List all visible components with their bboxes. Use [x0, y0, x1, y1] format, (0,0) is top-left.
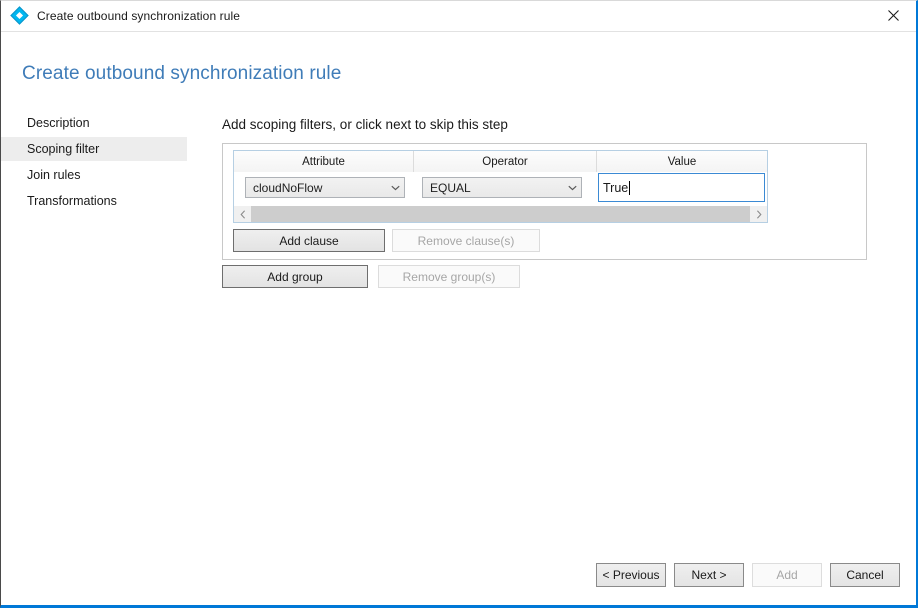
remove-clause-button: Remove clause(s)	[392, 229, 540, 252]
sync-rule-diamond-icon	[10, 6, 29, 25]
window-title: Create outbound synchronization rule	[37, 9, 241, 23]
create-outbound-synchronization-rule-window: Create outbound synchronization rule Cre…	[0, 0, 918, 608]
value-input[interactable]: True	[598, 173, 765, 202]
remove-group-button: Remove group(s)	[378, 265, 520, 288]
wizard-step-nav: Description Scoping filter Join rules Tr…	[1, 111, 187, 213]
content-heading: Add scoping filters, or click next to sk…	[222, 117, 508, 132]
operator-dropdown-value: EQUAL	[430, 180, 471, 195]
title-bar: Create outbound synchronization rule	[1, 1, 916, 32]
add-clause-button[interactable]: Add clause	[233, 229, 385, 252]
value-input-text: True	[603, 180, 629, 195]
add-group-button[interactable]: Add group	[222, 265, 368, 288]
sidebar-item-scoping-filter[interactable]: Scoping filter	[1, 137, 187, 161]
chevron-down-icon	[564, 185, 581, 191]
column-header-attribute: Attribute	[234, 151, 414, 172]
text-cursor	[629, 180, 631, 195]
chevron-right-icon[interactable]	[750, 206, 767, 222]
sidebar-item-transformations[interactable]: Transformations	[1, 189, 187, 213]
wizard-footer: < Previous Next > Add Cancel	[596, 563, 900, 587]
clause-table: Attribute Operator Value cloudNoFlow EQU…	[233, 150, 768, 223]
chevron-down-icon	[387, 185, 404, 191]
scoping-filter-group-panel: Attribute Operator Value cloudNoFlow EQU…	[222, 143, 867, 260]
horizontal-scrollbar[interactable]	[234, 206, 767, 222]
table-row: cloudNoFlow EQUAL True	[234, 172, 767, 203]
next-button[interactable]: Next >	[674, 563, 744, 587]
clause-table-header: Attribute Operator Value	[234, 151, 767, 172]
page-title: Create outbound synchronization rule	[22, 63, 342, 84]
cancel-button[interactable]: Cancel	[830, 563, 900, 587]
sidebar-item-join-rules[interactable]: Join rules	[1, 163, 187, 187]
sidebar-item-label: Description	[27, 116, 90, 130]
scrollbar-thumb[interactable]	[251, 206, 750, 222]
sidebar-item-label: Join rules	[27, 168, 81, 182]
add-button: Add	[752, 563, 822, 587]
sidebar-item-label: Scoping filter	[27, 142, 100, 156]
operator-dropdown[interactable]: EQUAL	[422, 177, 582, 198]
scrollbar-track[interactable]	[251, 206, 750, 222]
previous-button[interactable]: < Previous	[596, 563, 666, 587]
column-header-value: Value	[597, 151, 767, 172]
sidebar-item-label: Transformations	[27, 194, 117, 208]
close-icon[interactable]	[870, 1, 916, 30]
attribute-dropdown[interactable]: cloudNoFlow	[245, 177, 405, 198]
chevron-left-icon[interactable]	[234, 206, 251, 222]
attribute-dropdown-value: cloudNoFlow	[253, 180, 323, 195]
sidebar-item-description[interactable]: Description	[1, 111, 187, 135]
column-header-operator: Operator	[414, 151, 597, 172]
